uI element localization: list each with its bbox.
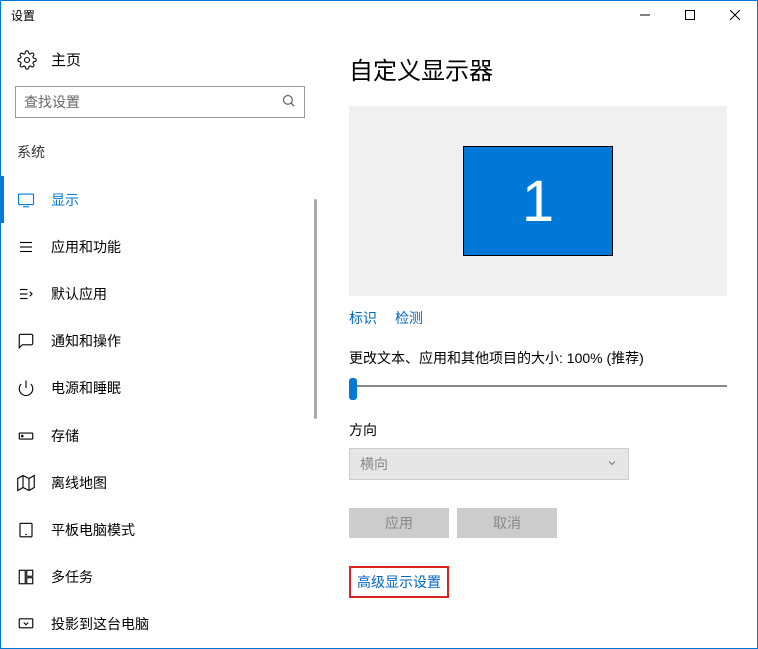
maximize-button[interactable] <box>667 1 712 29</box>
window-controls <box>622 1 757 29</box>
power-icon <box>17 379 35 397</box>
home-row[interactable]: 主页 <box>1 41 319 86</box>
close-button[interactable] <box>712 1 757 29</box>
display-preview: 1 <box>349 106 727 296</box>
titlebar: 设置 <box>1 1 757 29</box>
nav-label: 通知和操作 <box>51 331 121 351</box>
nav-list: 显示 应用和功能 默认应用 <box>1 176 319 648</box>
nav-label: 平板电脑模式 <box>51 520 135 540</box>
slider-thumb[interactable] <box>349 378 357 400</box>
nav-label: 电源和睡眠 <box>51 378 121 398</box>
search-input[interactable] <box>24 94 281 110</box>
sidebar-scrollbar[interactable] <box>314 199 317 419</box>
display-link-row: 标识 检测 <box>349 308 727 328</box>
nav-item-projecting[interactable]: 投影到这台电脑 <box>1 601 319 648</box>
notifications-icon <box>17 332 35 350</box>
main-panel: 自定义显示器 1 标识 检测 更改文本、应用和其他项目的大小: 100% (推荐… <box>319 29 757 648</box>
nav-item-display[interactable]: 显示 <box>1 176 319 223</box>
page-heading: 自定义显示器 <box>349 51 727 86</box>
search-box[interactable] <box>15 86 305 118</box>
multitask-icon <box>17 568 35 586</box>
search-icon <box>281 93 296 111</box>
gear-icon <box>17 50 37 70</box>
section-label: 系统 <box>1 136 319 176</box>
display-icon <box>17 191 35 209</box>
nav-item-maps[interactable]: 离线地图 <box>1 459 319 506</box>
orientation-value: 横向 <box>360 454 388 474</box>
nav-item-notifications[interactable]: 通知和操作 <box>1 318 319 365</box>
scale-slider-row <box>349 378 727 394</box>
scale-slider[interactable] <box>349 378 727 394</box>
cancel-button[interactable]: 取消 <box>457 508 557 538</box>
slider-track <box>349 385 727 387</box>
window-title: 设置 <box>11 7 35 24</box>
minimize-icon <box>640 10 650 20</box>
minimize-button[interactable] <box>622 1 667 29</box>
nav-label: 默认应用 <box>51 284 107 304</box>
nav-item-power[interactable]: 电源和睡眠 <box>1 365 319 412</box>
nav-label: 显示 <box>51 190 79 210</box>
scale-label: 更改文本、应用和其他项目的大小: 100% (推荐) <box>349 348 727 368</box>
home-label: 主页 <box>51 49 81 70</box>
search-wrap <box>1 86 319 136</box>
settings-window: 设置 主页 <box>0 0 758 649</box>
button-row: 应用 取消 <box>349 508 727 538</box>
nav-label: 多任务 <box>51 567 93 587</box>
monitor-number: 1 <box>522 168 554 235</box>
content-area: 主页 系统 显示 <box>1 29 757 648</box>
monitor-1[interactable]: 1 <box>463 146 613 256</box>
cancel-button-label: 取消 <box>493 513 521 533</box>
orientation-dropdown[interactable]: 横向 <box>349 448 629 480</box>
apply-button-label: 应用 <box>385 513 413 533</box>
advanced-display-link[interactable]: 高级显示设置 <box>357 572 441 592</box>
nav-item-storage[interactable]: 存储 <box>1 412 319 459</box>
close-icon <box>730 10 740 20</box>
nav-label: 应用和功能 <box>51 237 121 257</box>
storage-icon <box>17 427 35 445</box>
nav-label: 投影到这台电脑 <box>51 614 149 634</box>
chevron-down-icon <box>606 456 618 472</box>
apps-icon <box>17 238 35 256</box>
maps-icon <box>17 474 35 492</box>
tablet-icon <box>17 521 35 539</box>
default-apps-icon <box>17 285 35 303</box>
detect-link[interactable]: 检测 <box>395 308 423 328</box>
projecting-icon <box>17 615 35 633</box>
nav-label: 存储 <box>51 426 79 446</box>
apply-button[interactable]: 应用 <box>349 508 449 538</box>
maximize-icon <box>685 10 695 20</box>
highlight-box: 高级显示设置 <box>349 566 449 598</box>
nav-item-multitask[interactable]: 多任务 <box>1 554 319 601</box>
nav-item-default-apps[interactable]: 默认应用 <box>1 270 319 317</box>
nav-label: 离线地图 <box>51 473 107 493</box>
identify-link[interactable]: 标识 <box>349 308 377 328</box>
nav-item-apps[interactable]: 应用和功能 <box>1 223 319 270</box>
nav-item-tablet[interactable]: 平板电脑模式 <box>1 506 319 553</box>
orientation-label: 方向 <box>349 420 727 440</box>
sidebar: 主页 系统 显示 <box>1 29 319 648</box>
